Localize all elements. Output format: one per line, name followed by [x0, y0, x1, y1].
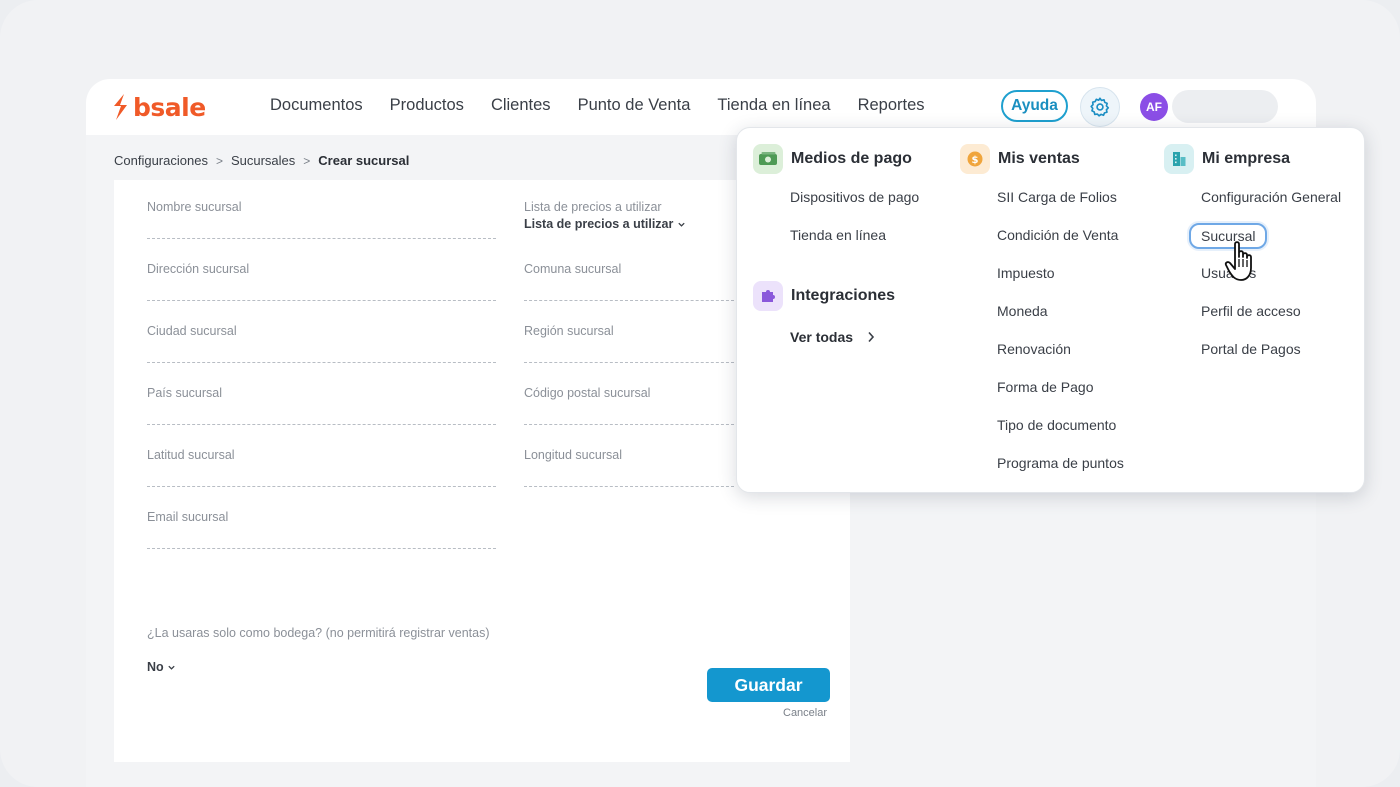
cancel-link[interactable]: Cancelar — [783, 707, 827, 719]
branch-name-underline — [147, 238, 496, 239]
branch-address-underline — [147, 300, 496, 301]
menu-item-dispositivos-de-pago[interactable]: Dispositivos de pago — [790, 189, 919, 205]
see-all-integrations-link[interactable]: Ver todas — [790, 329, 875, 345]
menu-item-condicion-de-venta[interactable]: Condición de Venta — [997, 227, 1118, 243]
branch-email-underline — [147, 548, 496, 549]
menu-item-sii-carga-de-folios[interactable]: SII Carga de Folios — [997, 189, 1117, 205]
brand-name: bsale — [133, 92, 206, 122]
main-nav: Documentos Productos Clientes Punto de V… — [270, 96, 952, 115]
save-button[interactable]: Guardar — [707, 668, 830, 702]
section-mi-empresa: Mi empresa — [1164, 144, 1290, 174]
hand-cursor-icon — [1224, 241, 1252, 281]
branch-postal-code-label: Código postal sucursal — [524, 386, 651, 400]
breadcrumb-current: Crear sucursal — [318, 153, 410, 168]
branch-comuna-field[interactable]: Comuna sucursal — [524, 262, 734, 302]
branch-region-underline — [524, 362, 734, 363]
settings-dropdown-menu: Medios de pago Dispositivos de pago Tien… — [736, 127, 1365, 493]
branch-email-label: Email sucursal — [147, 510, 229, 524]
nav-item-tienda-en-linea[interactable]: Tienda en línea — [717, 96, 830, 115]
branch-region-field[interactable]: Región sucursal — [524, 324, 734, 364]
coin-icon: $ — [960, 144, 990, 174]
branch-comuna-label: Comuna sucursal — [524, 262, 622, 276]
menu-item-tipo-de-documento[interactable]: Tipo de documento — [997, 417, 1116, 433]
branch-country-label: País sucursal — [147, 386, 223, 400]
section-title-integraciones: Integraciones — [791, 287, 896, 304]
section-title-mis-ventas: Mis ventas — [998, 150, 1080, 167]
branch-address-label: Dirección sucursal — [147, 262, 250, 276]
user-name-pill[interactable] — [1172, 90, 1278, 123]
breadcrumb-sucursales[interactable]: Sucursales — [231, 153, 295, 168]
branch-postal-code-field[interactable]: Código postal sucursal — [524, 386, 734, 426]
menu-item-programa-de-puntos[interactable]: Programa de puntos — [997, 455, 1124, 471]
branch-latitude-underline — [147, 486, 496, 487]
price-list-value-row: Lista de precios a utilizar — [524, 217, 724, 231]
menu-item-impuesto[interactable]: Impuesto — [997, 265, 1055, 281]
branch-name-label: Nombre sucursal — [147, 200, 242, 214]
branch-country-underline — [147, 424, 496, 425]
warehouse-question-label: ¿La usaras solo como bodega? (no permiti… — [147, 626, 490, 640]
puzzle-icon — [753, 281, 783, 311]
section-integraciones: Integraciones — [753, 281, 895, 311]
breadcrumb: Configuraciones > Sucursales > Crear suc… — [114, 153, 409, 168]
branch-longitude-label: Longitud sucursal — [524, 448, 622, 462]
nav-item-productos[interactable]: Productos — [390, 96, 464, 115]
gear-icon — [1090, 97, 1110, 117]
branch-country-field[interactable]: País sucursal — [147, 386, 496, 426]
menu-item-perfil-de-acceso[interactable]: Perfil de acceso — [1201, 303, 1301, 319]
bsale-logo-icon — [114, 94, 127, 120]
user-avatar[interactable]: AF — [1140, 93, 1168, 121]
section-title-medios-de-pago: Medios de pago — [791, 150, 912, 167]
nav-item-reportes[interactable]: Reportes — [858, 96, 925, 115]
menu-item-tienda-en-linea[interactable]: Tienda en línea — [790, 227, 886, 243]
chevron-right-icon — [868, 331, 875, 343]
section-mis-ventas: $ Mis ventas — [960, 144, 1080, 174]
breadcrumb-configuraciones[interactable]: Configuraciones — [114, 153, 208, 168]
chevron-right-icon: > — [303, 153, 311, 168]
settings-button[interactable] — [1080, 87, 1120, 127]
nav-item-documentos[interactable]: Documentos — [270, 96, 363, 115]
price-list-label: Lista de precios a utilizar — [524, 200, 662, 214]
branch-latitude-label: Latitud sucursal — [147, 448, 235, 462]
menu-item-forma-de-pago[interactable]: Forma de Pago — [997, 379, 1094, 395]
nav-item-punto-de-venta[interactable]: Punto de Venta — [578, 96, 691, 115]
menu-item-renovacion[interactable]: Renovación — [997, 341, 1071, 357]
bsale-logo[interactable]: bsale — [110, 92, 206, 122]
section-title-mi-empresa: Mi empresa — [1202, 150, 1291, 167]
branch-postal-code-underline — [524, 424, 734, 425]
section-medios-de-pago: Medios de pago — [753, 144, 912, 174]
menu-item-portal-de-pagos[interactable]: Portal de Pagos — [1201, 341, 1301, 357]
branch-comuna-underline — [524, 300, 734, 301]
menu-item-configuracion-general[interactable]: Configuración General — [1201, 189, 1341, 205]
branch-latitude-field[interactable]: Latitud sucursal — [147, 448, 496, 488]
branch-email-field[interactable]: Email sucursal — [147, 510, 496, 550]
branch-city-label: Ciudad sucursal — [147, 324, 237, 338]
branch-name-field[interactable]: Nombre sucursal — [147, 200, 496, 240]
warehouse-select-value: No — [147, 660, 164, 674]
branch-region-label: Región sucursal — [524, 324, 614, 338]
branch-city-underline — [147, 362, 496, 363]
branch-longitude-field[interactable]: Longitud sucursal — [524, 448, 734, 488]
nav-item-clientes[interactable]: Clientes — [491, 96, 551, 115]
help-button[interactable]: Ayuda — [1001, 90, 1068, 122]
see-all-label: Ver todas — [790, 329, 854, 345]
menu-item-moneda[interactable]: Moneda — [997, 303, 1048, 319]
building-icon — [1164, 144, 1194, 174]
branch-city-field[interactable]: Ciudad sucursal — [147, 324, 496, 364]
chevron-down-icon — [168, 665, 175, 670]
branch-address-field[interactable]: Dirección sucursal — [147, 262, 496, 302]
price-list-value: Lista de precios a utilizar — [524, 217, 674, 231]
branch-longitude-underline — [524, 486, 734, 487]
chevron-right-icon: > — [215, 153, 223, 168]
cash-icon — [753, 144, 783, 174]
chevron-down-icon — [678, 222, 686, 227]
price-list-select[interactable]: Lista de precios a utilizar Lista de pre… — [524, 200, 724, 240]
svg-text:$: $ — [972, 155, 979, 166]
warehouse-select[interactable]: No — [147, 660, 176, 674]
